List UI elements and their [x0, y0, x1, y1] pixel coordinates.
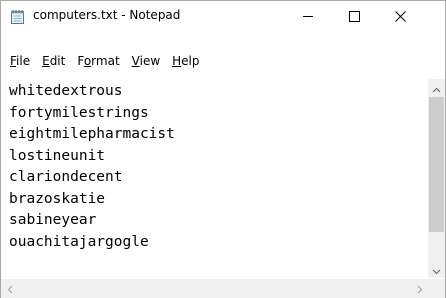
scroll-left-button[interactable]	[1, 279, 18, 298]
text-line: lostineunit	[9, 147, 106, 164]
scroll-down-button[interactable]	[428, 261, 445, 278]
scrollbar-corner	[428, 279, 445, 298]
chevron-up-icon	[432, 78, 441, 97]
text-line: brazoskatie	[9, 190, 106, 207]
horizontal-scrollbar[interactable]	[1, 279, 428, 298]
vertical-scroll-thumb[interactable]	[429, 97, 444, 232]
vertical-scrollbar[interactable]	[428, 79, 445, 278]
scroll-up-button[interactable]	[428, 79, 445, 96]
text-line: fortymilestrings	[9, 104, 149, 121]
text-line: sabineyear	[9, 212, 97, 228]
menu-bar: File Edit Format View Help	[1, 51, 445, 71]
menu-edit[interactable]: Edit	[36, 52, 71, 70]
scroll-right-button[interactable]	[411, 279, 428, 298]
minimize-icon	[302, 7, 314, 26]
text-line: clariondecent	[9, 169, 123, 185]
menu-format[interactable]: Format	[71, 52, 125, 70]
maximize-button[interactable]	[331, 1, 377, 31]
chevron-left-icon	[7, 279, 13, 298]
minimize-button[interactable]	[285, 1, 331, 31]
chevron-down-icon	[432, 260, 441, 279]
title-bar[interactable]: computers.txt - Notepad	[1, 1, 445, 31]
text-line: eightmilepharmacist	[9, 126, 175, 142]
text-editor[interactable]: whitedextrous fortymilestrings eightmile…	[9, 81, 424, 271]
notepad-window: computers.txt - Notepad File Edit Format…	[0, 0, 446, 298]
maximize-icon	[348, 7, 360, 26]
close-button[interactable]	[377, 1, 423, 31]
menu-file[interactable]: File	[4, 52, 36, 70]
notepad-icon[interactable]	[10, 9, 25, 24]
menu-help[interactable]: Help	[166, 52, 205, 70]
menu-view[interactable]: View	[126, 52, 166, 70]
text-line: whitedextrous	[9, 83, 123, 99]
close-icon	[394, 7, 406, 26]
text-line: ouachitajargogle	[9, 233, 149, 250]
window-title: computers.txt - Notepad	[33, 8, 181, 22]
chevron-right-icon	[417, 279, 423, 298]
